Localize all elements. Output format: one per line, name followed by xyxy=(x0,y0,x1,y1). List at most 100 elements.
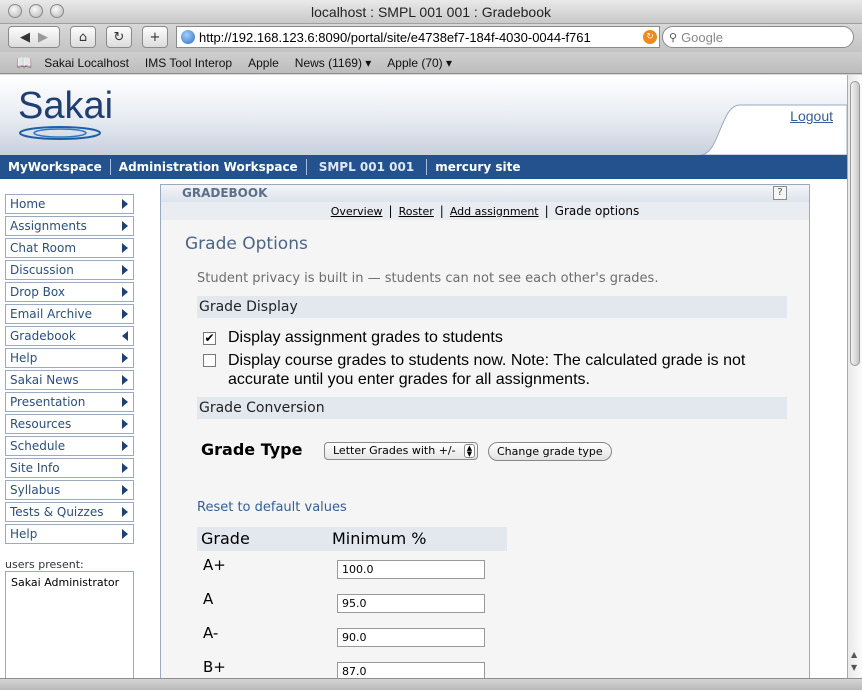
course-grades-checkbox[interactable] xyxy=(203,354,216,367)
forward-arrow-icon[interactable]: ▶ xyxy=(38,30,48,45)
tool-discussion[interactable]: Discussion xyxy=(5,260,134,280)
minimum-input[interactable]: 90.0 xyxy=(337,628,485,647)
tool-label: Chat Room xyxy=(10,241,77,255)
grade-type-value: Letter Grades with +/- xyxy=(333,444,456,457)
minimum-input[interactable]: 95.0 xyxy=(337,594,485,613)
status-bar xyxy=(0,678,862,690)
url-text[interactable]: http://192.168.123.6:8090/portal/site/e4… xyxy=(199,30,591,45)
tool-help[interactable]: Help xyxy=(5,348,134,368)
grade-table-header: Grade Minimum % xyxy=(197,527,507,551)
arrow-right-icon xyxy=(122,419,128,429)
bookmarks-bar: 📖 Sakai Localhost IMS Tool Interop Apple… xyxy=(0,52,862,74)
browser-toolbar: ◀ ▶ ⌂ ↻ + http://192.168.123.6:8090/port… xyxy=(0,24,862,52)
grade-type-select[interactable]: Letter Grades with +/- ▲ ▼ xyxy=(324,442,478,460)
site-tab-myworkspace[interactable]: MyWorkspace xyxy=(0,159,111,175)
address-bar[interactable]: http://192.168.123.6:8090/portal/site/e4… xyxy=(176,26,660,48)
add-bookmark-button[interactable]: + xyxy=(142,26,168,48)
assignment-grades-checkbox[interactable]: ✔ xyxy=(203,332,216,345)
user-entry: Sakai Administrator xyxy=(11,576,120,589)
bookmark-folder[interactable]: Apple (70) ▾ xyxy=(387,56,452,70)
bookmark-item[interactable]: IMS Tool Interop xyxy=(145,56,232,70)
reload-icon: ↻ xyxy=(113,29,125,45)
scroll-up-icon[interactable]: ▲ xyxy=(851,650,857,659)
tool-label: Help xyxy=(10,351,38,365)
tool-schedule[interactable]: Schedule xyxy=(5,436,134,456)
tool-label: Assignments xyxy=(10,219,87,233)
minimum-input[interactable]: 87.0 xyxy=(337,662,485,678)
tool-title: GRADEBOOK xyxy=(161,184,809,202)
tool-label: Presentation xyxy=(10,395,86,409)
tool-home[interactable]: Home xyxy=(5,194,134,214)
back-arrow-icon[interactable]: ◀ xyxy=(20,30,30,45)
col-minimum: Minimum % xyxy=(332,529,427,548)
tool-label: Sakai News xyxy=(10,373,79,387)
page-title: Grade Options xyxy=(185,234,308,254)
tool-assignments[interactable]: Assignments xyxy=(5,216,134,236)
scroll-down-icon[interactable]: ▼ xyxy=(851,663,857,672)
arrow-right-icon xyxy=(122,463,128,473)
reload-button[interactable]: ↻ xyxy=(106,26,132,48)
arrow-right-icon xyxy=(122,243,128,253)
option-course-grades[interactable]: Display course grades to students now. N… xyxy=(203,351,763,389)
logout-link[interactable]: Logout xyxy=(790,108,833,124)
arrow-right-icon xyxy=(122,375,128,385)
window-title: localhost : SMPL 001 001 : Gradebook xyxy=(311,4,551,20)
help-icon[interactable]: ? xyxy=(773,186,787,200)
tool-chat-room[interactable]: Chat Room xyxy=(5,238,134,258)
tool-help-2[interactable]: Help xyxy=(5,524,134,544)
site-tab-administration[interactable]: Administration Workspace xyxy=(111,159,307,175)
logo-swoosh-icon xyxy=(19,126,101,140)
tool-label: Help xyxy=(10,527,38,541)
site-tab-current[interactable]: SMPL 001 001 xyxy=(307,159,428,175)
menu-roster[interactable]: Roster xyxy=(393,205,440,218)
bookmark-item[interactable]: Apple xyxy=(248,56,279,70)
bookmark-folder[interactable]: News (1169) ▾ xyxy=(295,56,372,70)
tool-site-info[interactable]: Site Info xyxy=(5,458,134,478)
option-label: Display course grades to students now. N… xyxy=(228,352,746,388)
grade-row: B+ 87.0 xyxy=(197,654,507,678)
grade-letter: A- xyxy=(203,624,219,642)
back-forward-buttons[interactable]: ◀ ▶ xyxy=(8,26,60,48)
privacy-note: Student privacy is built in — students c… xyxy=(197,271,659,286)
reset-defaults-link[interactable]: Reset to default values xyxy=(197,500,347,515)
bookmark-item[interactable]: Sakai Localhost xyxy=(44,56,129,70)
users-present-list: Sakai Administrator xyxy=(5,571,134,678)
arrow-right-icon xyxy=(122,199,128,209)
arrow-left-icon xyxy=(122,331,128,341)
change-grade-type-button[interactable]: Change grade type xyxy=(488,442,612,461)
stop-loading-icon[interactable]: ↻ xyxy=(643,30,657,44)
arrow-right-icon xyxy=(122,221,128,231)
tool-presentation[interactable]: Presentation xyxy=(5,392,134,412)
option-assignment-grades[interactable]: ✔ Display assignment grades to students xyxy=(203,329,763,347)
arrow-right-icon xyxy=(122,485,128,495)
tool-resources[interactable]: Resources xyxy=(5,414,134,434)
search-field[interactable]: ⚲ Google xyxy=(662,26,854,48)
menu-overview[interactable]: Overview xyxy=(325,205,389,218)
grade-row: A- 90.0 xyxy=(197,620,507,654)
arrow-right-icon xyxy=(122,309,128,319)
menu-add-assignment[interactable]: Add assignment xyxy=(444,205,545,218)
grade-letter: B+ xyxy=(203,658,226,676)
vertical-scrollbar[interactable]: ▲ ▼ xyxy=(847,75,862,678)
scrollbar-thumb[interactable] xyxy=(850,81,860,366)
tool-drop-box[interactable]: Drop Box xyxy=(5,282,134,302)
sakai-logo: Sakai xyxy=(18,85,114,127)
tool-syllabus[interactable]: Syllabus xyxy=(5,480,134,500)
sakai-page: Sakai Logout MyWorkspace Administration … xyxy=(0,75,847,678)
arrow-right-icon xyxy=(122,397,128,407)
search-placeholder: Google xyxy=(681,29,723,45)
tool-sakai-news[interactable]: Sakai News xyxy=(5,370,134,390)
home-icon: ⌂ xyxy=(78,29,88,45)
tool-tests-quizzes[interactable]: Tests & Quizzes xyxy=(5,502,134,522)
home-button[interactable]: ⌂ xyxy=(70,26,96,48)
open-book-icon[interactable]: 📖 xyxy=(16,55,32,71)
arrow-right-icon xyxy=(122,287,128,297)
tool-email-archive[interactable]: Email Archive xyxy=(5,304,134,324)
tool-label: Resources xyxy=(10,417,72,431)
plus-icon: + xyxy=(149,29,161,45)
globe-icon xyxy=(181,30,195,44)
minimum-input[interactable]: 100.0 xyxy=(337,560,485,579)
site-tab-mercury[interactable]: mercury site xyxy=(427,159,528,175)
tool-gradebook[interactable]: Gradebook xyxy=(5,326,134,346)
grade-row: A 95.0 xyxy=(197,586,507,620)
